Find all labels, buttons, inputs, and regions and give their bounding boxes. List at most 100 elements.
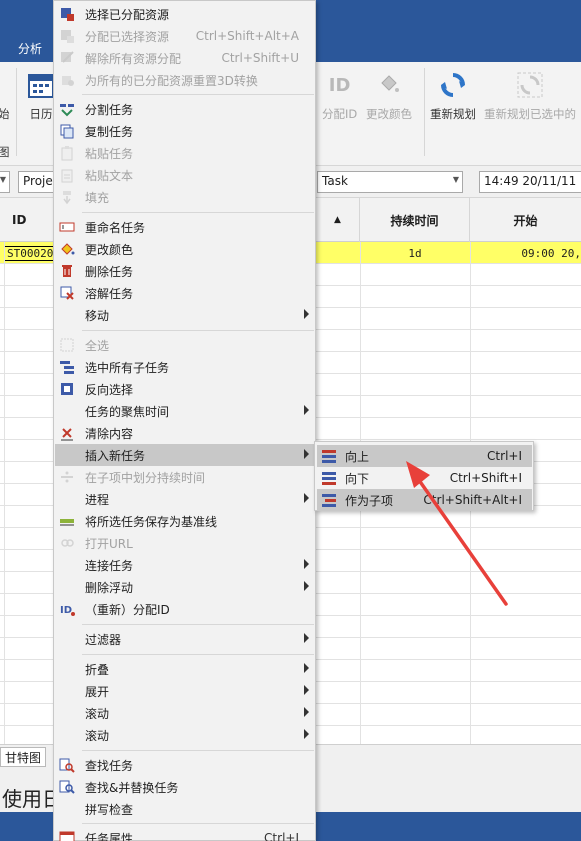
context-menu: 选择已分配资源分配已选择资源 Ctrl+Shift+Alt+A 解除所有资源分配 Ct… xyxy=(53,0,316,841)
ribbon-partial-label: 始 xyxy=(0,106,10,122)
invert-selection-icon xyxy=(59,381,75,397)
sort-ascending-icon[interactable]: ▲ xyxy=(316,198,360,242)
column-header-start-label: 开始 xyxy=(513,213,538,228)
submenu-item-label: 向下 xyxy=(345,471,370,486)
submenu-item-shortcut: Ctrl+Shift+Alt+I xyxy=(423,493,522,507)
context-menu-item[interactable]: 更改颜色 xyxy=(55,238,315,260)
datetime-field-value: 14:49 20/11/11 xyxy=(484,174,577,188)
project-combo-value: Proje xyxy=(23,174,53,188)
context-menu-item[interactable]: 滚动 xyxy=(55,724,315,746)
context-menu-item[interactable]: 移动 xyxy=(55,304,315,326)
column-header-id[interactable]: ID xyxy=(0,198,55,242)
context-menu-item-label: 重命名任务 xyxy=(85,220,146,235)
select-all-icon xyxy=(59,337,75,353)
task-combo[interactable]: Task ▼ xyxy=(317,171,463,193)
context-menu-item[interactable]: 过滤器 xyxy=(55,628,315,650)
rename-icon xyxy=(59,219,75,235)
context-menu-item[interactable]: 任务属性 Ctrl+I xyxy=(55,827,315,841)
task-combo-value: Task xyxy=(322,174,348,188)
context-menu-item[interactable]: 折叠 xyxy=(55,658,315,680)
project-combo[interactable]: Proje xyxy=(18,171,58,193)
context-menu-item[interactable]: 查找&并替换任务 xyxy=(55,776,315,798)
context-menu-item[interactable]: 反向选择 xyxy=(55,378,315,400)
submenu-item-insert-below[interactable]: 向下 Ctrl+Shift+I xyxy=(317,467,532,489)
context-menu-item[interactable]: 分割任务 xyxy=(55,98,315,120)
context-menu-item[interactable]: 粘贴文本 xyxy=(55,164,315,186)
assign-id-button[interactable]: ID 分配ID xyxy=(322,70,357,122)
context-menu-item[interactable]: 删除任务 xyxy=(55,260,315,282)
context-menu-item-label: （重新）分配ID xyxy=(85,602,170,617)
reschedule-selected-button[interactable]: 重新规划已选中的 xyxy=(484,70,576,122)
context-menu-item[interactable]: 解除所有资源分配 Ctrl+Shift+U xyxy=(55,47,315,69)
fill-down-icon xyxy=(59,189,75,205)
paste-text-icon xyxy=(59,167,75,183)
context-menu-item-label: 滚动 xyxy=(85,706,110,721)
context-menu-item-label: 填充 xyxy=(85,190,110,205)
context-menu-item[interactable]: ID （重新）分配ID xyxy=(55,598,315,620)
submenu-item-insert-as-child[interactable]: 作为子项 Ctrl+Shift+Alt+I xyxy=(317,489,532,511)
submenu-arrow-icon xyxy=(304,663,309,673)
assign-id-button-label: 分配ID xyxy=(322,107,358,121)
submenu-arrow-icon xyxy=(304,449,309,459)
context-menu-item-label: 选择已分配资源 xyxy=(85,7,170,22)
context-menu-item[interactable]: 插入新任务 xyxy=(55,444,315,466)
tab-gantt-chart[interactable]: 甘特图 xyxy=(0,747,46,767)
context-menu-item[interactable]: 重命名任务 xyxy=(55,216,315,238)
cell-duration[interactable]: 1d xyxy=(408,247,421,260)
submenu-item-insert-above[interactable]: 向上 Ctrl+I xyxy=(317,445,532,467)
context-menu-item[interactable]: 选中所有子任务 xyxy=(55,356,315,378)
context-menu-item[interactable]: 清除内容 xyxy=(55,422,315,444)
cell-id[interactable]: ST00020 xyxy=(4,245,57,261)
cell-start[interactable]: 09:00 20, xyxy=(521,247,581,260)
menu-separator xyxy=(82,212,314,213)
context-menu-item[interactable]: 选择已分配资源 xyxy=(55,3,315,25)
context-menu-item[interactable]: 将所选任务保存为基准线 xyxy=(55,510,315,532)
context-menu-item-label: 清除内容 xyxy=(85,426,134,441)
context-menu-item[interactable]: 全选 xyxy=(55,334,315,356)
context-menu-item-label: 删除浮动 xyxy=(85,580,134,595)
calendar-button[interactable]: 日历 xyxy=(26,70,56,122)
context-menu-item[interactable]: 为所有的已分配资源重置3D转换 xyxy=(55,69,315,91)
context-menu-item[interactable]: 在子项中划分持续时间 xyxy=(55,466,315,488)
context-menu-item[interactable]: 打开URL xyxy=(55,532,315,554)
column-header-duration[interactable]: 持续时间 xyxy=(360,198,470,242)
change-color-ribbon-button[interactable]: 更改颜色 xyxy=(366,70,412,122)
calendar-button-label: 日历 xyxy=(29,107,53,121)
context-menu-item[interactable]: 查找任务 xyxy=(55,754,315,776)
context-menu-item[interactable]: 分配已选择资源 Ctrl+Shift+Alt+A xyxy=(55,25,315,47)
context-menu-item[interactable]: 连接任务 xyxy=(55,554,315,576)
context-menu-item[interactable]: 滚动 xyxy=(55,702,315,724)
context-menu-item[interactable]: 复制任务 xyxy=(55,120,315,142)
refresh-selected-icon xyxy=(515,70,545,100)
menu-separator xyxy=(82,94,314,95)
context-menu-item[interactable]: 拼写检查 xyxy=(55,798,315,820)
context-menu-item[interactable]: 粘贴任务 xyxy=(55,142,315,164)
context-menu-item-label: 将所选任务保存为基准线 xyxy=(85,514,218,529)
paste-task-icon xyxy=(59,145,75,161)
ribbon-tab-analysis[interactable]: 分析 xyxy=(18,40,42,57)
dissolve-icon xyxy=(59,285,75,301)
context-menu-item[interactable]: 进程 xyxy=(55,488,315,510)
context-menu-item-label: 粘贴任务 xyxy=(85,146,134,161)
reset-3d-icon xyxy=(59,72,75,88)
id-icon: ID xyxy=(328,74,351,96)
context-menu-item[interactable]: 溶解任务 xyxy=(55,282,315,304)
datetime-field[interactable]: 14:49 20/11/11 xyxy=(479,171,581,193)
context-menu-item[interactable]: 展开 xyxy=(55,680,315,702)
submenu-arrow-icon xyxy=(304,405,309,415)
view-combo[interactable]: ▼ xyxy=(0,171,10,193)
tab-gantt-chart-label: 甘特图 xyxy=(4,750,41,765)
context-menu-item-label: 任务属性 xyxy=(85,831,134,841)
column-header-duration-label: 持续时间 xyxy=(390,213,439,228)
ribbon-partial-label-2-text: 图 xyxy=(0,145,10,159)
context-menu-item[interactable]: 填充 xyxy=(55,186,315,208)
context-menu-item-label: 打开URL xyxy=(85,536,133,551)
context-menu-item[interactable]: 任务的聚焦时间 xyxy=(55,400,315,422)
grid-line xyxy=(4,242,5,744)
context-menu-item-label: 分割任务 xyxy=(85,102,134,117)
reschedule-button[interactable]: 重新规划 xyxy=(430,70,476,122)
column-header-start[interactable]: 开始 xyxy=(470,198,581,242)
context-menu-item[interactable]: 删除浮动 xyxy=(55,576,315,598)
submenu-arrow-icon xyxy=(304,707,309,717)
context-menu-item-label: 查找任务 xyxy=(85,758,134,773)
